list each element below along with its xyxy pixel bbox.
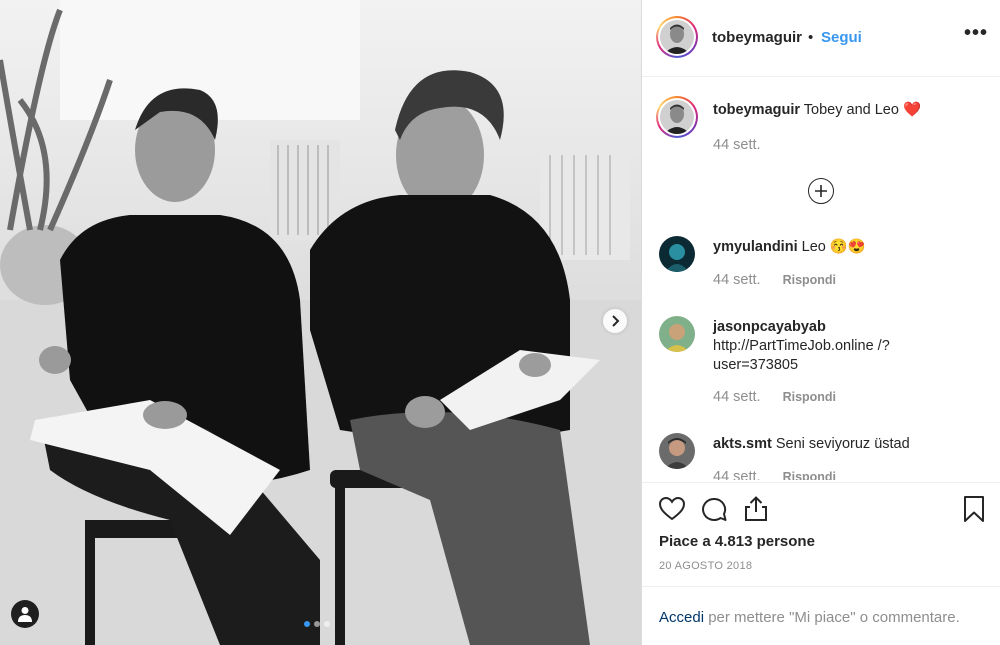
- carousel-dot-active: [304, 621, 310, 627]
- caption-username[interactable]: tobeymaguir: [713, 102, 800, 118]
- comment-time: 44 sett.: [713, 272, 761, 288]
- post-date: 20 AGOSTO 2018: [659, 560, 753, 572]
- post-side-panel: tobeymaguir • Segui ••• tobeymaguir Tobe…: [642, 0, 1000, 645]
- likes-count[interactable]: Piace a 4.813 persone: [659, 533, 815, 550]
- plus-icon: [815, 185, 827, 197]
- comment-username[interactable]: akts.smt: [713, 436, 772, 452]
- post-actions-area: Piace a 4.813 persone 20 AGOSTO 2018 Acc…: [642, 482, 1000, 645]
- heart-icon[interactable]: [658, 495, 686, 523]
- carousel-dot: [324, 621, 330, 627]
- comment-time: 44 sett.: [713, 469, 761, 480]
- author-username[interactable]: tobeymaguir: [712, 29, 802, 46]
- commenter-avatar[interactable]: [659, 433, 695, 469]
- comment-text: Leo 😚😍: [801, 239, 866, 255]
- comment-icon[interactable]: [700, 495, 728, 523]
- bookmark-icon[interactable]: [960, 495, 988, 523]
- tagged-people-button[interactable]: [11, 600, 39, 628]
- reply-button[interactable]: Rispondi: [783, 470, 836, 480]
- comment-text: Seni seviyoruz üstad: [775, 436, 910, 452]
- separator-dot: •: [808, 29, 814, 46]
- carousel-dot: [314, 621, 320, 627]
- next-photo-button[interactable]: [603, 309, 627, 333]
- caption-text: tobeymaguir Tobey and Leo ❤️: [713, 101, 983, 120]
- carousel-indicator: [304, 621, 330, 627]
- caption-author-avatar[interactable]: [656, 96, 698, 138]
- reply-button[interactable]: Rispondi: [783, 273, 836, 287]
- login-prompt-text: per mettere "Mi piace" o commentare.: [704, 609, 960, 626]
- share-icon[interactable]: [742, 495, 770, 523]
- comment-username[interactable]: ymyulandini: [713, 239, 798, 255]
- caption-message: Tobey and Leo ❤️: [803, 102, 922, 118]
- comment-username[interactable]: jasonpcayabyab: [713, 319, 826, 335]
- post-photo[interactable]: [0, 0, 641, 645]
- more-options-icon[interactable]: •••: [964, 22, 988, 45]
- comment-time: 44 sett.: [713, 389, 761, 405]
- comment-text: http://PartTimeJob.online /?user=373805: [713, 338, 890, 373]
- author-avatar[interactable]: [656, 16, 698, 58]
- black-and-white-photo-two-men-reading-scripts: [0, 0, 641, 645]
- comments-list: tobeymaguir Tobey and Leo ❤️ 44 sett. ym…: [642, 78, 1000, 480]
- caption-time: 44 sett.: [713, 137, 761, 153]
- login-prompt: Accedi per mettere "Mi piace" o commenta…: [642, 586, 1000, 645]
- chevron-right-icon: [612, 315, 620, 327]
- load-more-comments-button[interactable]: [808, 178, 834, 204]
- commenter-avatar[interactable]: [659, 316, 695, 352]
- commenter-avatar[interactable]: [659, 236, 695, 272]
- reply-button[interactable]: Rispondi: [783, 390, 836, 404]
- login-link[interactable]: Accedi: [659, 609, 704, 626]
- post-header: tobeymaguir • Segui •••: [642, 0, 1000, 77]
- follow-button[interactable]: Segui: [821, 29, 862, 46]
- person-icon: [18, 607, 32, 622]
